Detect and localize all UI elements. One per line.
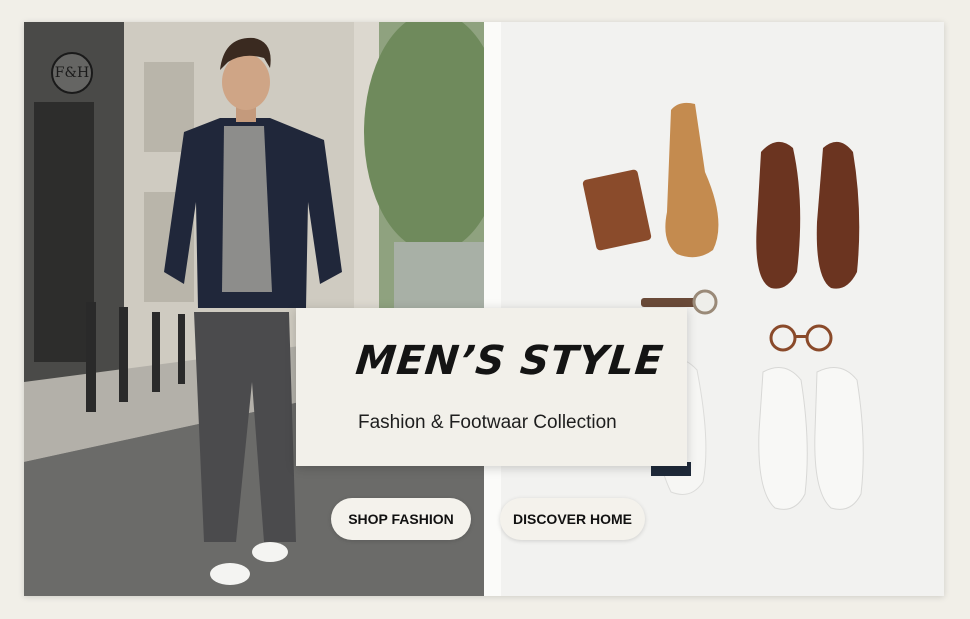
shop-fashion-button[interactable]: SHOP FASHION	[331, 498, 471, 540]
promo-card: MEN’S STYLE Fashion & Footwaar Collectio…	[296, 308, 687, 466]
page-title: MEN’S STYLE	[353, 338, 666, 384]
fh-monogram-icon[interactable]: F&H	[51, 52, 93, 94]
page-subtitle: Fashion & Footwaar Collection	[358, 412, 617, 433]
discover-home-button[interactable]: DISCOVER HOME	[500, 498, 645, 540]
